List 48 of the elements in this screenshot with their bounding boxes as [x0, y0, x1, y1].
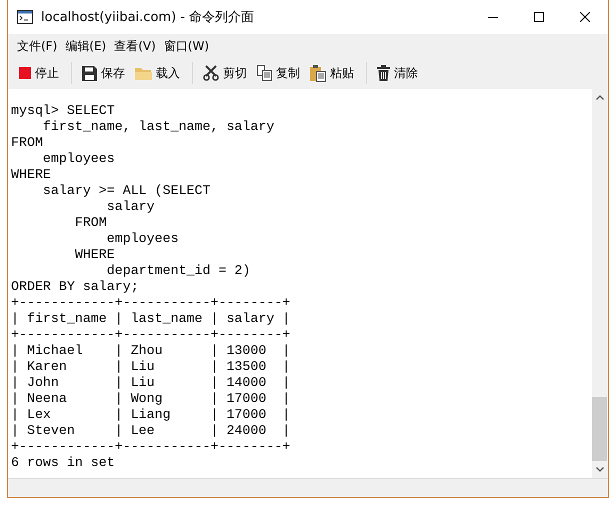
stop-icon — [19, 67, 31, 79]
terminal-icon — [17, 10, 33, 24]
console-line: WHERE — [11, 167, 52, 183]
scroll-down-icon[interactable] — [596, 467, 604, 472]
scissors-icon — [203, 65, 219, 81]
toolbar-button[interactable]: 停止 — [15, 62, 63, 84]
console-line: | Steven | Lee | 24000 | — [11, 423, 292, 439]
copy-icon — [257, 65, 272, 81]
console-line: mysql> SELECT — [11, 103, 116, 119]
console-line: +------------+-----------+--------+ — [11, 327, 292, 343]
console-line: department_id = 2) — [106, 263, 252, 279]
toolbar-button[interactable]: 复制 — [253, 62, 304, 84]
toolbar-button[interactable]: 清除 — [373, 62, 422, 84]
folder-icon — [135, 66, 152, 80]
console-line: ORDER BY salary; — [11, 279, 140, 295]
menu-item[interactable]: 文件(F) — [14, 36, 60, 56]
window-title: localhost(yiibai.com) - 命令列介面 — [41, 9, 256, 26]
console-line: +------------+-----------+--------+ — [11, 295, 292, 311]
menu-item[interactable]: 编辑(E) — [62, 36, 110, 56]
console-line: employees — [106, 231, 180, 247]
minimize-icon — [488, 16, 498, 18]
console-line: | Michael | Zhou | 13000 | — [11, 343, 292, 359]
console-line: | Karen | Liu | 13500 | — [11, 359, 292, 375]
menu-item[interactable]: 查看(V) — [111, 36, 159, 56]
toolbar-button[interactable]: 粘贴 — [306, 62, 358, 84]
trash-icon — [377, 65, 390, 81]
console-line: | Lex | Liang | 17000 | — [11, 407, 292, 423]
clipboard-icon — [310, 64, 326, 82]
menu-item[interactable]: 窗口(W) — [160, 36, 212, 56]
maximize-icon — [534, 12, 544, 22]
console-line: | John | Liu | 14000 | — [11, 375, 292, 391]
close-icon — [580, 12, 590, 22]
console-line: salary — [106, 199, 156, 215]
console-line: | first_name | last_name | salary | — [11, 311, 292, 327]
scrollbar-thumb[interactable] — [592, 397, 607, 461]
console-line: WHERE — [74, 247, 116, 263]
toolbar-button[interactable]: 保存 — [78, 62, 129, 84]
console-line: 6 rows in set — [11, 455, 116, 471]
console-line: | Neena | Wong | 17000 | — [11, 391, 292, 407]
console-line: employees — [42, 151, 116, 167]
console-line: FROM — [74, 215, 108, 231]
toolbar-button[interactable]: 载入 — [131, 62, 184, 84]
toolbar-button[interactable]: 剪切 — [199, 62, 251, 84]
scroll-up-icon[interactable] — [596, 95, 604, 100]
console-line: first_name, last_name, salary — [42, 119, 276, 135]
console-line: salary >= ALL (SELECT — [42, 183, 212, 199]
console-line: +------------+-----------+--------+ — [11, 439, 292, 455]
console-line: FROM — [11, 135, 44, 151]
